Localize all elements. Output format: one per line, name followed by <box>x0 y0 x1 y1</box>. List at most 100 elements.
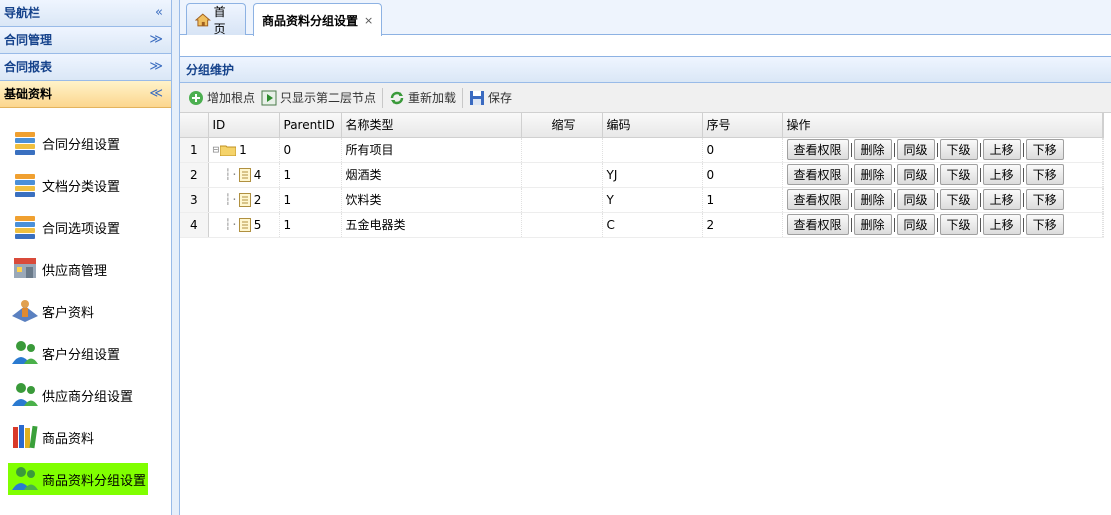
cell-parentid: 1 <box>279 212 342 238</box>
cell-order: 0 <box>702 137 783 163</box>
stack-icon <box>15 132 35 155</box>
sub-bar <box>180 35 1111 57</box>
tab-product-group[interactable]: 商品资料分组设置 × <box>253 3 383 36</box>
action-button[interactable]: 删除 <box>853 214 892 235</box>
action-separator <box>893 142 895 157</box>
action-separator <box>979 217 981 232</box>
collapse-icon[interactable]: « <box>155 0 163 26</box>
cell-actions: 查看权限 删除 同级 下级 上移 下移 <box>782 187 1103 213</box>
show-second-level-label: 只显示第二层节点 <box>280 91 377 105</box>
books-icon <box>13 425 38 449</box>
table-row[interactable]: 3 ┆· 2 1 饮料类 Y 1 查看权限 删除 同级 下级 上移 下移 <box>180 187 1104 213</box>
show-second-level-button[interactable]: 只显示第二层节点 <box>261 89 376 106</box>
rownum-header <box>180 113 209 138</box>
tree-toggle-icon[interactable]: ⊟ <box>213 143 220 156</box>
action-button[interactable]: 下移 <box>1025 214 1064 235</box>
action-button[interactable]: 同级 <box>896 139 935 160</box>
save-icon <box>470 90 485 105</box>
section-contract-reports[interactable]: 合同报表 ≫ <box>0 54 171 81</box>
tab-home[interactable]: 首页 <box>186 3 246 36</box>
cell-parentid: 1 <box>279 162 342 188</box>
cell-id: ┆· 5 <box>208 212 280 238</box>
reload-label: 重新加载 <box>408 91 457 105</box>
users-icon <box>12 467 38 490</box>
action-button[interactable]: 上移 <box>982 139 1021 160</box>
basic-data-menu: 合同分组设置 文档分类设置 合同选项设置 供应商管理 客户资料 客户分组设置 供… <box>0 108 171 500</box>
action-separator <box>850 142 852 157</box>
menu-item-label: 客户分组设置 <box>42 347 121 363</box>
action-button[interactable]: 下级 <box>939 164 978 185</box>
action-button[interactable]: 删除 <box>853 139 892 160</box>
collapse-icon[interactable]: ≪ <box>149 81 163 107</box>
cell-order: 0 <box>702 162 783 188</box>
menu-item-contract-group[interactable]: 合同分组设置 <box>0 122 171 164</box>
sidebar: 导航栏 « 合同管理 ≫ 合同报表 ≫ 基础资料 ≪ 合同分组设置 文档分类设置 <box>0 0 172 515</box>
expand-icon[interactable]: ≫ <box>149 54 163 80</box>
toolbar-separator <box>382 87 384 108</box>
action-button[interactable]: 下移 <box>1025 189 1064 210</box>
action-separator <box>1022 217 1024 232</box>
action-button[interactable]: 查看权限 <box>786 164 849 185</box>
splitter[interactable] <box>172 0 180 515</box>
close-icon[interactable]: × <box>364 14 373 27</box>
menu-item-label: 商品资料 <box>42 431 95 447</box>
expand-icon[interactable]: ≫ <box>149 27 163 53</box>
action-button[interactable]: 同级 <box>896 164 935 185</box>
action-separator <box>1022 167 1024 182</box>
action-button[interactable]: 同级 <box>896 214 935 235</box>
action-button[interactable]: 上移 <box>982 164 1021 185</box>
action-button[interactable]: 查看权限 <box>786 214 849 235</box>
save-button[interactable]: 保存 <box>469 89 512 106</box>
column-header-abbr[interactable]: 缩写 <box>521 113 603 138</box>
action-button[interactable]: 下移 <box>1025 164 1064 185</box>
menu-item-contract-options[interactable]: 合同选项设置 <box>0 206 171 248</box>
column-header-id[interactable]: ID <box>208 113 280 138</box>
menu-item-label: 供应商管理 <box>42 263 108 279</box>
menu-item-product-group[interactable]: 商品资料分组设置 <box>0 458 171 500</box>
action-button[interactable]: 查看权限 <box>786 139 849 160</box>
action-separator <box>850 217 852 232</box>
play-icon <box>261 90 277 105</box>
action-button[interactable]: 删除 <box>853 164 892 185</box>
column-header-name[interactable]: 名称类型 <box>341 113 522 138</box>
reload-button[interactable]: 重新加载 <box>389 89 456 106</box>
row-number: 3 <box>180 187 209 213</box>
menu-item-product-data[interactable]: 商品资料 <box>0 416 171 458</box>
column-header-order[interactable]: 序号 <box>702 113 783 138</box>
column-header-actions: 操作 <box>782 113 1103 138</box>
column-header-parentid[interactable]: ParentID <box>279 113 342 138</box>
menu-item-label: 文档分类设置 <box>42 179 121 195</box>
nav-header[interactable]: 导航栏 « <box>0 0 171 27</box>
action-separator <box>936 167 938 182</box>
cell-code: YJ <box>602 162 703 188</box>
scroll-spacer <box>1102 212 1104 238</box>
action-button[interactable]: 下级 <box>939 214 978 235</box>
action-button[interactable]: 下移 <box>1025 139 1064 160</box>
menu-item-client-data[interactable]: 客户资料 <box>0 290 171 332</box>
menu-item-supplier-management[interactable]: 供应商管理 <box>0 248 171 290</box>
tab-label: 商品资料分组设置 <box>262 13 359 28</box>
action-button[interactable]: 查看权限 <box>786 189 849 210</box>
action-separator <box>1022 192 1024 207</box>
action-button[interactable]: 同级 <box>896 189 935 210</box>
action-button[interactable]: 上移 <box>982 214 1021 235</box>
section-basic-data[interactable]: 基础资料 ≪ <box>0 81 171 108</box>
action-button[interactable]: 下级 <box>939 189 978 210</box>
action-button[interactable]: 删除 <box>853 189 892 210</box>
column-header-code[interactable]: 编码 <box>602 113 703 138</box>
users-icon <box>12 341 38 364</box>
cell-name: 五金电器类 <box>341 212 522 238</box>
tab-label: 首页 <box>213 4 226 36</box>
menu-item-label: 合同选项设置 <box>42 221 121 237</box>
table-row[interactable]: 1 ⊟ 1 0 所有项目 0 查看权限 删除 同级 下级 上移 下移 <box>180 137 1104 163</box>
menu-item-supplier-group[interactable]: 供应商分组设置 <box>0 374 171 416</box>
action-button[interactable]: 上移 <box>982 189 1021 210</box>
action-button[interactable]: 下级 <box>939 139 978 160</box>
menu-item-document-category[interactable]: 文档分类设置 <box>0 164 171 206</box>
menu-item-client-group[interactable]: 客户分组设置 <box>0 332 171 374</box>
table-row[interactable]: 4 ┆· 5 1 五金电器类 C 2 查看权限 删除 同级 下级 上移 下移 <box>180 212 1104 238</box>
section-contract-management[interactable]: 合同管理 ≫ <box>0 27 171 54</box>
table-row[interactable]: 2 ┆· 4 1 烟酒类 YJ 0 查看权限 删除 同级 下级 上移 下移 <box>180 162 1104 188</box>
add-root-button[interactable]: 增加根点 <box>188 89 255 106</box>
cell-id-value: 2 <box>253 192 262 207</box>
